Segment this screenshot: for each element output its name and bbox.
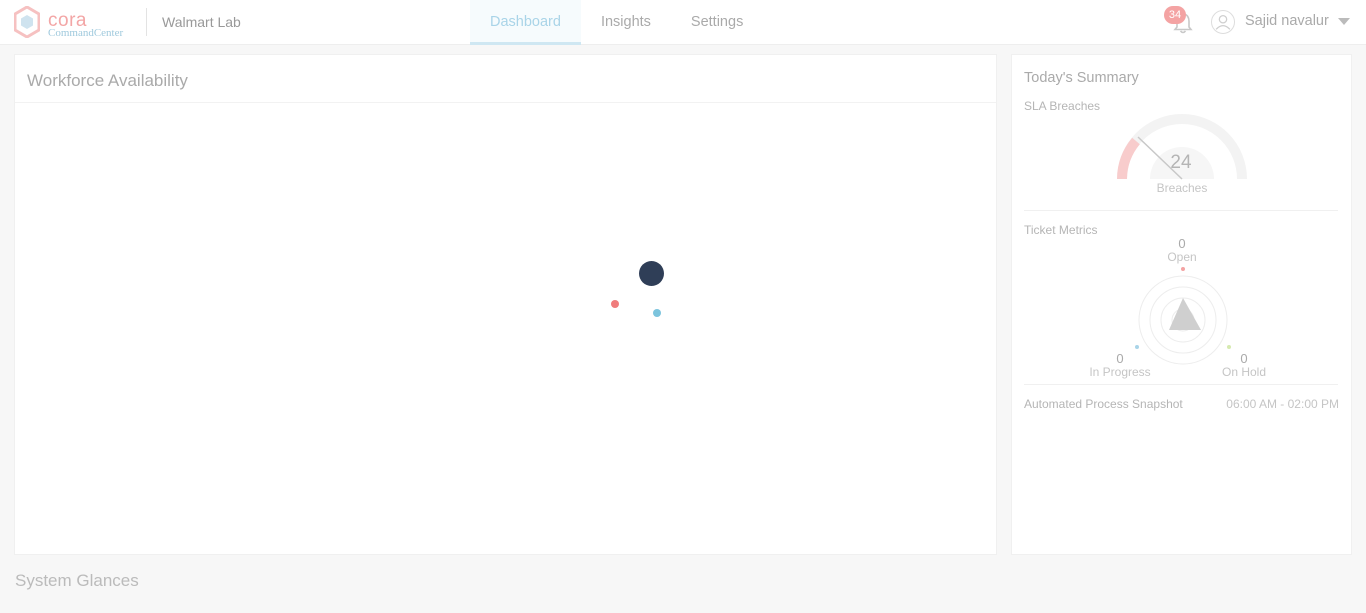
chevron-down-icon[interactable] bbox=[1338, 18, 1350, 25]
snapshot-time-range: 06:00 AM - 02:00 PM bbox=[1226, 397, 1339, 411]
sla-breaches-label: SLA Breaches bbox=[1024, 99, 1101, 113]
on-hold-count: 0 bbox=[1240, 351, 1248, 366]
logo-subtitle: CommandCenter bbox=[48, 27, 124, 39]
in-progress-count: 0 bbox=[1116, 351, 1124, 366]
main-nav: Dashboard Insights Settings bbox=[470, 0, 763, 45]
ticket-metrics-radar bbox=[1135, 267, 1231, 365]
sla-breach-unit: Breaches bbox=[1156, 181, 1208, 195]
system-glances-title: System Glances bbox=[15, 571, 139, 590]
tab-settings[interactable]: Settings bbox=[671, 0, 763, 45]
loader-dot-blue bbox=[653, 309, 661, 317]
automated-process-snapshot-label: Automated Process Snapshot bbox=[1024, 397, 1183, 411]
workforce-availability-panel: Workforce Availability bbox=[14, 54, 997, 555]
section-divider bbox=[1024, 384, 1338, 385]
on-hold-label: On Hold bbox=[1221, 365, 1267, 379]
top-bar: cora CommandCenter Walmart Lab Dashboard… bbox=[0, 0, 1366, 45]
todays-summary-panel: Today's Summary SLA Breaches 24 Breaches… bbox=[1011, 54, 1352, 555]
user-name[interactable]: Sajid navalur bbox=[1245, 13, 1329, 29]
in-progress-label: In Progress bbox=[1089, 365, 1151, 379]
loader-dot-dark bbox=[639, 261, 664, 286]
section-divider bbox=[1024, 210, 1338, 211]
open-count: 0 bbox=[1178, 236, 1186, 251]
tab-dashboard[interactable]: Dashboard bbox=[470, 0, 581, 45]
header-divider bbox=[146, 8, 147, 36]
loader-dot-red bbox=[611, 300, 619, 308]
tab-insights[interactable]: Insights bbox=[581, 0, 671, 45]
cora-logo-icon bbox=[14, 6, 40, 38]
summary-title: Today's Summary bbox=[1024, 70, 1139, 86]
ticket-metrics-label: Ticket Metrics bbox=[1024, 223, 1098, 237]
panel-divider bbox=[15, 102, 996, 103]
organization-name: Walmart Lab bbox=[162, 14, 241, 30]
notification-badge[interactable]: 34 bbox=[1164, 6, 1186, 24]
sla-breach-count: 24 bbox=[1170, 152, 1192, 173]
cora-logo[interactable]: cora CommandCenter bbox=[14, 6, 144, 40]
user-avatar-icon[interactable] bbox=[1211, 10, 1235, 34]
workforce-title: Workforce Availability bbox=[27, 71, 188, 90]
